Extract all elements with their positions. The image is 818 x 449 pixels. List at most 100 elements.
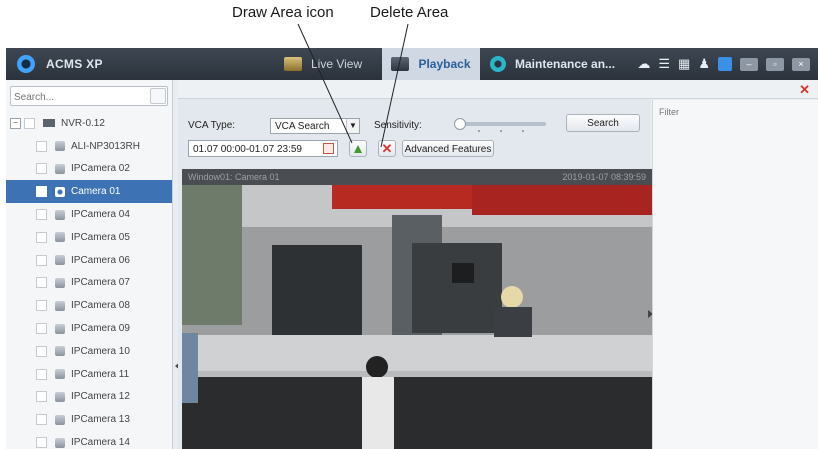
checkbox[interactable]	[24, 117, 35, 129]
tree-node-camera[interactable]: Camera 01	[6, 180, 172, 204]
playback-icon	[391, 57, 410, 71]
playback-main: ✕ VCA Type: VCA Search ▼ Sensitivity: Se…	[178, 80, 818, 449]
video-timestamp: 2019-01-07 08:39:59	[562, 172, 646, 182]
close-window-button[interactable]: ×	[792, 57, 810, 71]
cloud-icon[interactable]: ☁	[637, 56, 650, 72]
tree-node-camera[interactable]: IPCamera 08	[6, 294, 172, 317]
checkbox[interactable]	[36, 254, 47, 266]
tab-live-view-label: Live View	[311, 57, 363, 71]
camera-icon	[55, 414, 65, 425]
checkbox[interactable]	[36, 345, 47, 357]
vca-type-value: VCA Search	[275, 121, 330, 132]
vca-type-select[interactable]: VCA Search ▼	[270, 118, 360, 134]
sensitivity-slider-knob[interactable]	[454, 118, 466, 130]
tree-node-label: ALI-NP3013RH	[71, 140, 140, 152]
close-panel-icon[interactable]: ✕	[799, 82, 810, 98]
draw-area-callout: Draw Area icon	[232, 4, 334, 21]
maintenance-icon	[490, 56, 506, 72]
checkbox[interactable]	[36, 323, 47, 335]
checkbox[interactable]	[36, 300, 47, 312]
checkbox[interactable]	[36, 140, 47, 152]
tree-node-label: IPCamera 02	[71, 163, 130, 175]
draw-area-icon	[354, 144, 362, 153]
camera-icon	[55, 141, 65, 152]
user-icon[interactable]: ♟	[698, 56, 710, 72]
tree-node-camera[interactable]: IPCamera 05	[6, 226, 172, 249]
checkbox[interactable]	[36, 368, 47, 380]
tab-live-view[interactable]: Live View	[284, 48, 362, 80]
tree-node-camera[interactable]: IPCamera 12	[6, 386, 172, 409]
tree-node-camera[interactable]: IPCamera 04	[6, 203, 172, 226]
grid-icon[interactable]: ▦	[678, 56, 690, 72]
checkbox[interactable]	[36, 437, 47, 449]
camera-icon	[55, 232, 65, 243]
tab-maintenance-label: Maintenance an...	[515, 57, 616, 71]
tree-node-label: IPCamera 13	[71, 414, 130, 426]
checkbox[interactable]	[36, 391, 47, 403]
list-icon[interactable]: ☰	[658, 56, 670, 72]
chevron-down-icon: ▼	[346, 119, 359, 133]
tree-node-camera[interactable]: IPCamera 07	[6, 272, 172, 295]
tree-node-label: IPCamera 05	[71, 231, 130, 243]
search-vca-button[interactable]: Search	[566, 114, 640, 132]
tab-playback[interactable]: Playback	[382, 48, 480, 80]
camera-icon	[55, 163, 65, 174]
time-range-field[interactable]: 01.07 00:00-01.07 23:59	[188, 140, 338, 157]
tab-maintenance[interactable]: Maintenance an...	[490, 48, 615, 80]
camera-scene-image	[182, 185, 652, 449]
vca-type-label: VCA Type:	[188, 120, 236, 131]
app-logo-icon	[17, 55, 35, 73]
search-input[interactable]	[11, 88, 147, 107]
time-range-value: 01.07 00:00-01.07 23:59	[193, 144, 302, 155]
video-window[interactable]: Window01: Camera 01 2019-01-07 08:39:59	[182, 169, 652, 449]
checkbox[interactable]	[36, 231, 47, 243]
checkbox[interactable]	[36, 277, 47, 289]
sensitivity-label: Sensitivity:	[374, 120, 422, 131]
camera-icon	[55, 391, 65, 402]
camera-icon	[55, 277, 65, 288]
application-window: ACMS XP Live View Playback Maintenance a…	[6, 48, 818, 449]
sensitivity-slider[interactable]	[454, 118, 546, 132]
advanced-features-button[interactable]: Advanced Features	[402, 140, 494, 157]
delete-area-button[interactable]: ✕	[378, 140, 396, 157]
annotation-layer: Draw Area icon Delete Area	[0, 0, 818, 48]
titlebar-tools: ☁ ☰ ▦ ♟ – ▫ ×	[637, 56, 810, 72]
tree-node-label: IPCamera 04	[71, 209, 130, 221]
camera-icon	[55, 209, 65, 220]
delete-area-callout: Delete Area	[370, 4, 449, 21]
tree-node-camera[interactable]: IPCamera 06	[6, 249, 172, 272]
filter-pane	[652, 100, 818, 449]
maximize-button[interactable]: ▫	[766, 57, 784, 71]
tree-node-label: IPCamera 11	[71, 368, 130, 380]
draw-area-button[interactable]	[349, 140, 367, 157]
app-title: ACMS XP	[46, 57, 103, 71]
checkbox[interactable]	[36, 163, 47, 175]
tree-node-label: IPCamera 08	[71, 300, 130, 312]
tree-node-camera[interactable]: IPCamera 14	[6, 431, 172, 449]
title-bar: ACMS XP Live View Playback Maintenance a…	[6, 48, 818, 80]
tree-node-camera[interactable]: IPCamera 11	[6, 363, 172, 386]
tree-node-camera[interactable]: ALI-NP3013RH	[6, 135, 172, 158]
tree-node-camera[interactable]: IPCamera 13	[6, 408, 172, 431]
calendar-icon[interactable]	[323, 143, 334, 154]
checkbox[interactable]	[36, 186, 47, 198]
collapse-toggle-icon[interactable]: −	[10, 117, 21, 129]
tree-node-label: IPCamera 12	[71, 391, 130, 403]
camera-icon	[55, 346, 65, 357]
device-sidebar: − NVR-0.12 ALI-NP3013RH IPCamera 02 Camera 0…	[6, 80, 173, 449]
tree-node-camera[interactable]: IPCamera 10	[6, 340, 172, 363]
lock-icon[interactable]	[718, 57, 732, 71]
slider-tick	[522, 130, 524, 132]
tree-node-label: IPCamera 10	[71, 345, 130, 357]
checkbox[interactable]	[36, 209, 47, 221]
camera-footage[interactable]	[182, 185, 652, 449]
tree-node-label: NVR-0.12	[61, 117, 105, 129]
filter-input[interactable]	[655, 104, 818, 120]
minimize-button[interactable]: –	[740, 57, 758, 71]
tree-node-camera[interactable]: IPCamera 02	[6, 158, 172, 181]
search-button[interactable]	[150, 88, 166, 104]
camera-icon	[55, 437, 65, 448]
tree-node-camera[interactable]: IPCamera 09	[6, 317, 172, 340]
checkbox[interactable]	[36, 414, 47, 426]
tree-node-nvr[interactable]: − NVR-0.12	[6, 112, 172, 135]
